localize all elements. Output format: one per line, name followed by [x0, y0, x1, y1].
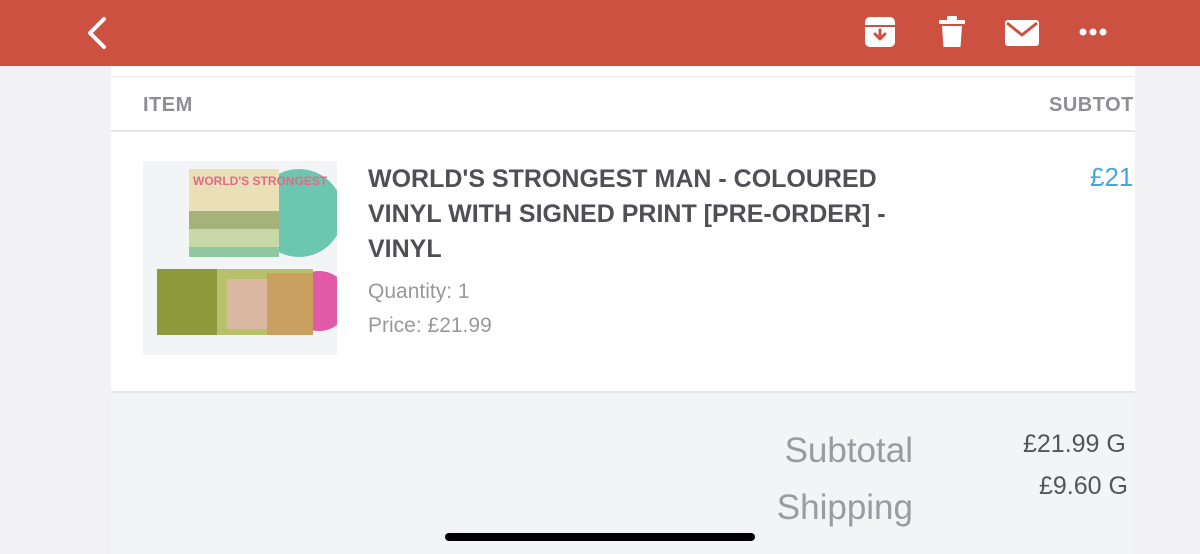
summary-shipping-label: Shipping [776, 488, 913, 527]
archive-icon[interactable] [864, 16, 896, 48]
summary-shipping-value: £9.60 G [1039, 472, 1128, 500]
product-title[interactable]: WORLD'S STRONGEST MAN - COLOURED VINYL W… [368, 162, 928, 267]
divider [111, 76, 1135, 77]
trash-icon[interactable] [938, 16, 966, 48]
product-price: Price: £21.99 [368, 314, 492, 337]
order-summary: Subtotal £21.99 G Shipping £9.60 G [111, 393, 1135, 554]
column-header-item: ITEM [143, 94, 193, 116]
column-header-subtotal: SUBTOT [1049, 94, 1134, 116]
more-horizontal-icon[interactable] [1078, 26, 1108, 38]
order-email-body: ITEM SUBTOT WORLD'S STRONGEST WORLD'S ST… [111, 66, 1135, 554]
product-image: WORLD'S STRONGEST [143, 161, 337, 355]
email-toolbar [0, 0, 1200, 66]
summary-subtotal-label: Subtotal [784, 431, 913, 470]
line-item-subtotal: £21 [1090, 162, 1134, 192]
album-artwork-text: WORLD'S STRONGEST [193, 174, 328, 188]
chevron-left-icon[interactable] [84, 15, 112, 51]
mail-icon[interactable] [1005, 20, 1039, 46]
summary-subtotal-value: £21.99 G [1023, 430, 1126, 458]
home-indicator[interactable] [445, 533, 755, 541]
divider [111, 130, 1135, 132]
product-quantity: Quantity: 1 [368, 280, 470, 303]
